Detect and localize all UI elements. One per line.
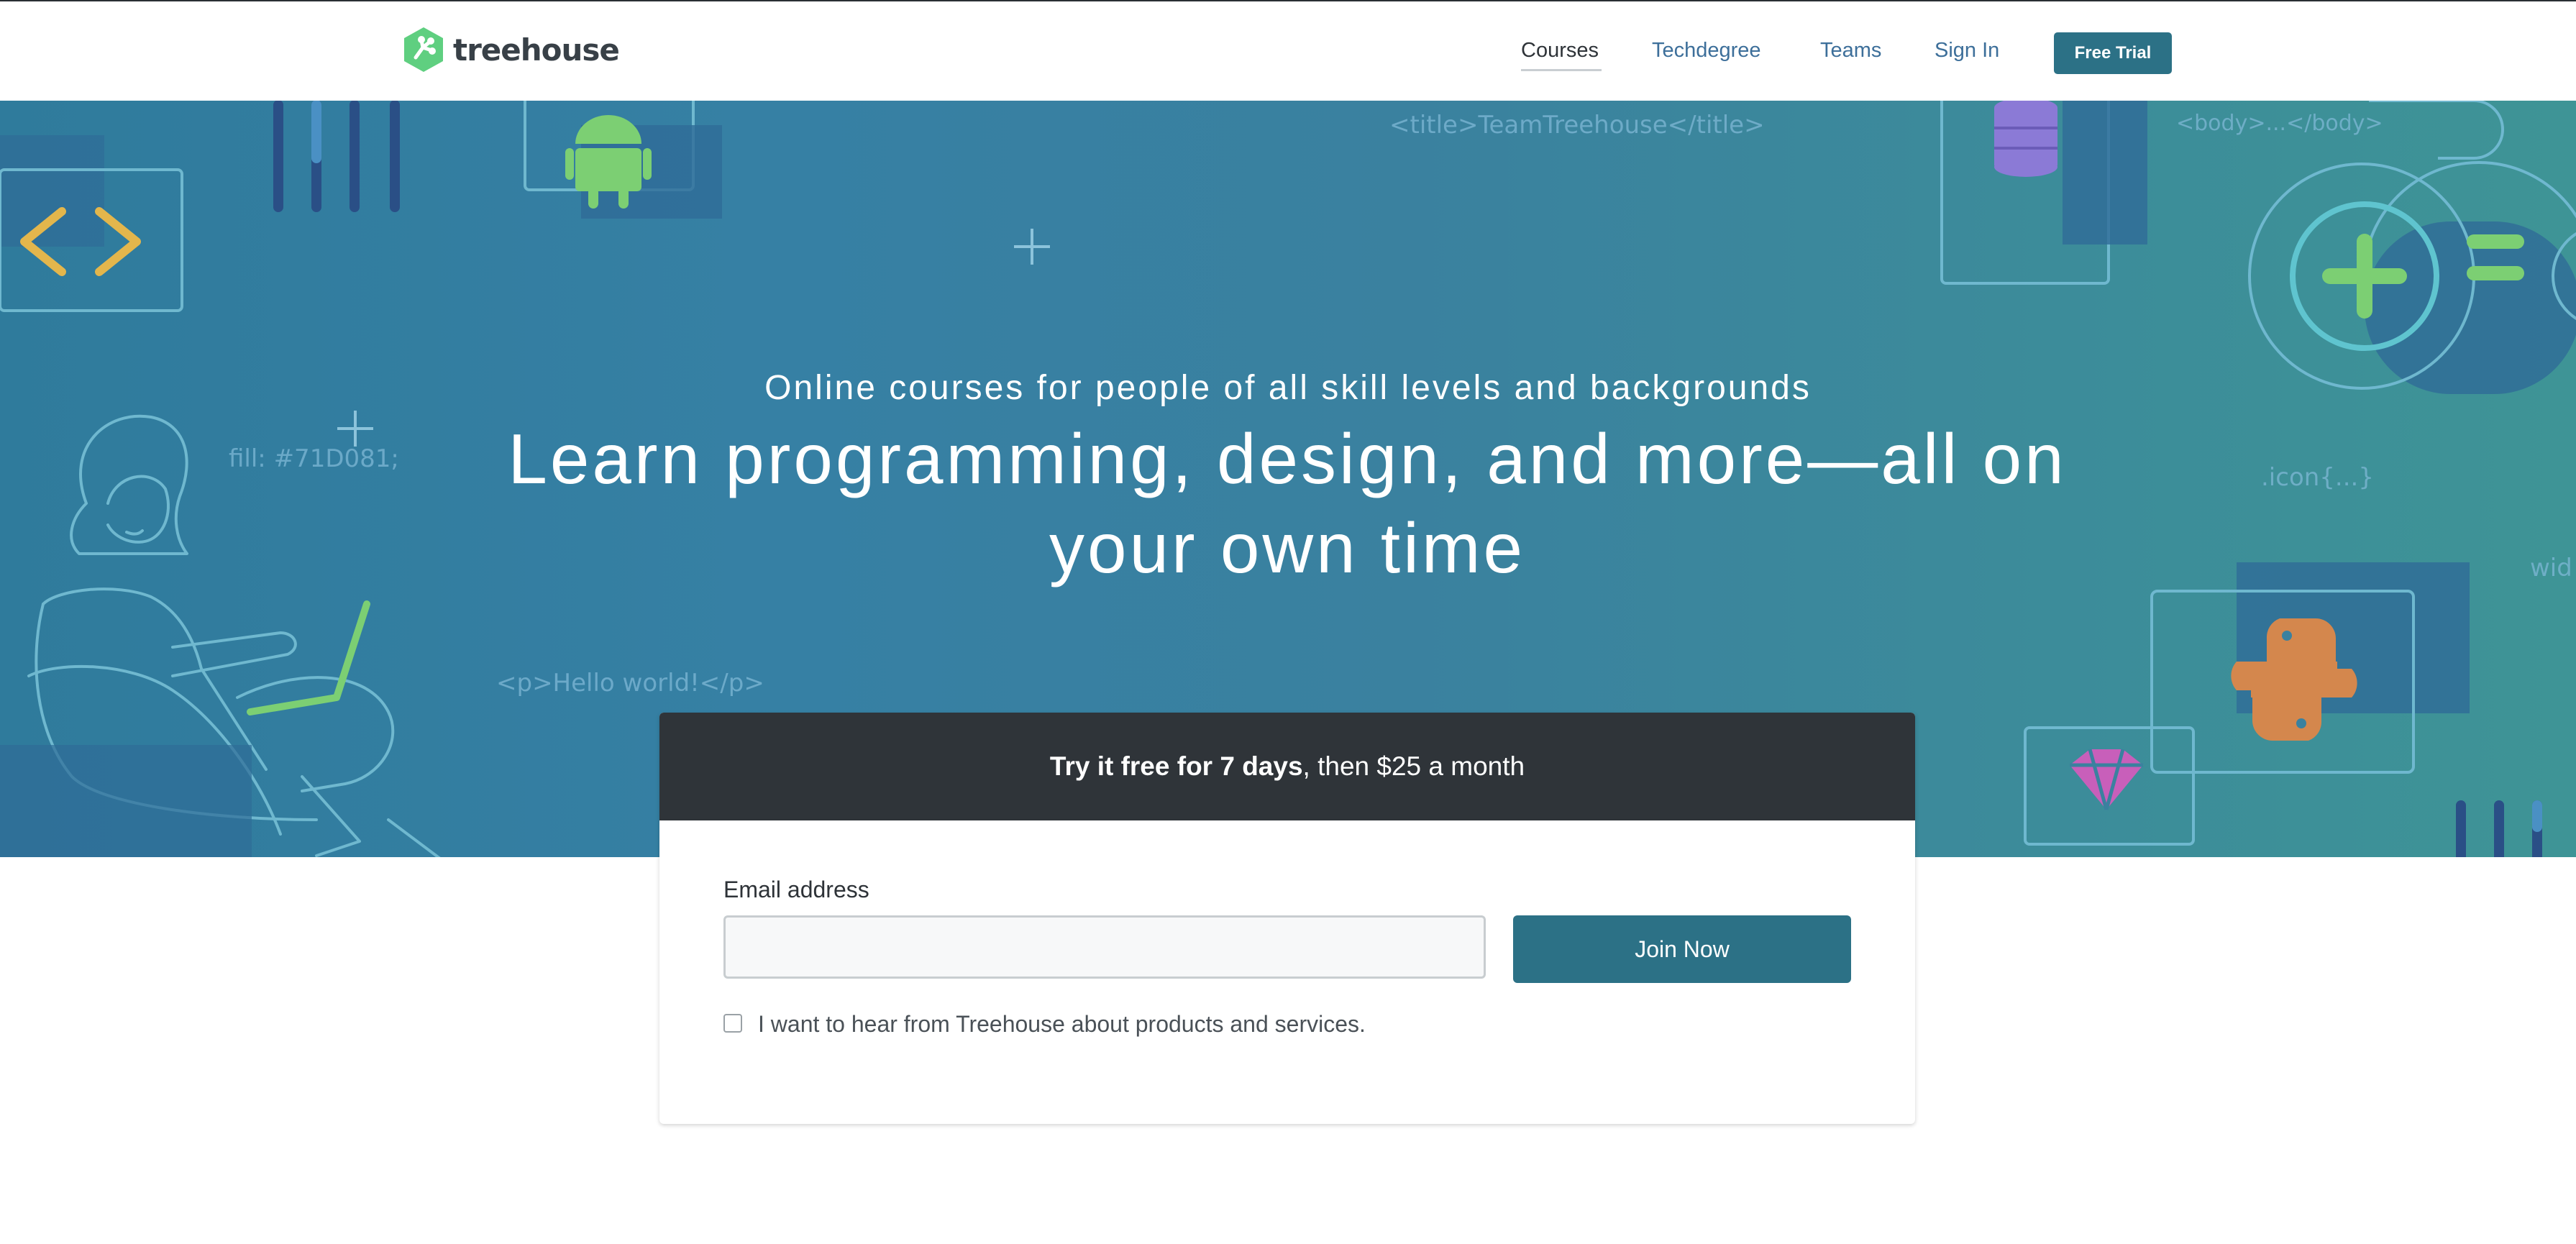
- free-trial-button[interactable]: Free Trial: [2054, 32, 2172, 74]
- decor-icon-rule: .icon{...}: [2261, 463, 2374, 492]
- decor-hello-world: <p>Hello world!</p>: [496, 669, 764, 698]
- hero-title: Learn programming, design, and more—all …: [508, 419, 2067, 587]
- decor-fill-text: fill: #71D081;: [229, 444, 399, 473]
- trial-offer-bold: Try it free for 7 days: [1049, 751, 1303, 781]
- join-now-button[interactable]: Join Now: [1513, 915, 1851, 983]
- decor-body-tag: <body>...</body>: [2176, 111, 2383, 136]
- hero-subtitle: Online courses for people of all skill l…: [764, 369, 1812, 407]
- nav-teams[interactable]: Teams: [1820, 39, 1881, 63]
- email-input[interactable]: [723, 915, 1486, 979]
- nav-active-underline: [1521, 69, 1602, 71]
- marketing-optin-checkbox[interactable]: [723, 1014, 742, 1033]
- decor-width-rule: wid: [2530, 554, 2572, 582]
- database-icon: [1994, 101, 2057, 177]
- brand-name: treehouse: [453, 32, 620, 68]
- nav-sign-in[interactable]: Sign In: [1935, 39, 1999, 63]
- nav-techdegree[interactable]: Techdegree: [1652, 39, 1761, 63]
- email-label: Email address: [723, 877, 869, 902]
- signup-card: Try it free for 7 days, then $25 a month…: [659, 713, 1915, 1124]
- top-nav: treehouse Courses Techdegree Teams Sign …: [0, 1, 2576, 101]
- decor-title-tag: <title>TeamTreehouse</title>: [1389, 111, 1765, 140]
- signup-card-header: Try it free for 7 days, then $25 a month: [659, 713, 1915, 820]
- trial-offer-price: , then $25 a month: [1302, 751, 1525, 781]
- marketing-optin-label[interactable]: I want to hear from Treehouse about prod…: [758, 1011, 1366, 1038]
- treehouse-logo-icon: [404, 27, 443, 72]
- nav-courses[interactable]: Courses: [1521, 39, 1599, 63]
- ruby-gem-icon: [2070, 749, 2143, 810]
- brand-logo[interactable]: treehouse: [401, 26, 620, 73]
